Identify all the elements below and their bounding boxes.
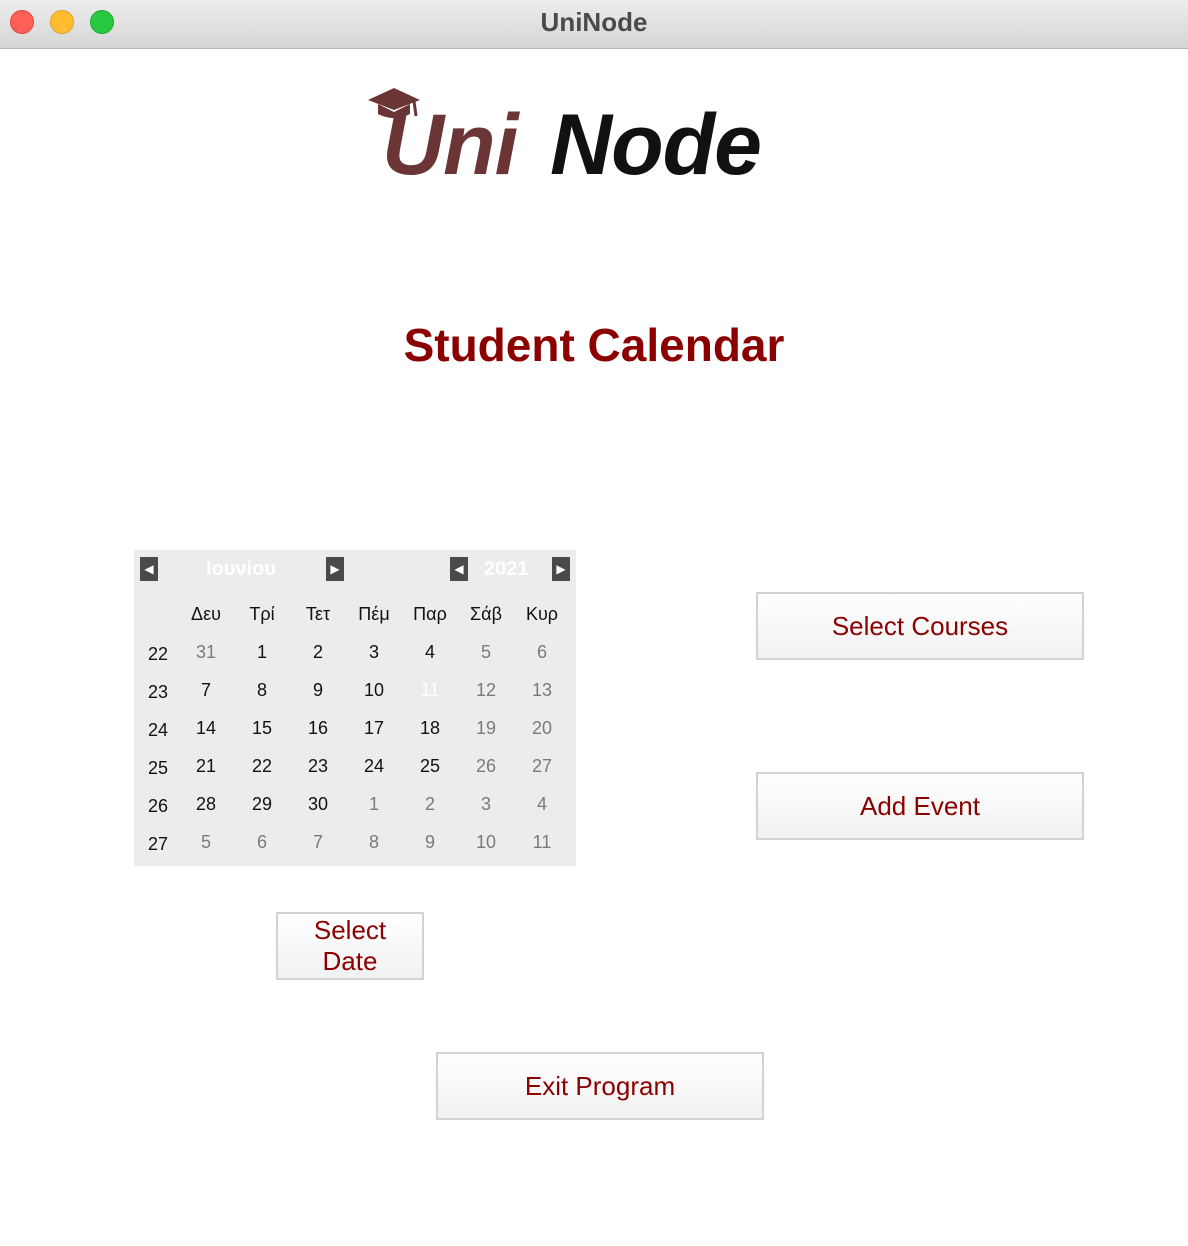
calendar-day[interactable]: 12: [458, 680, 514, 701]
calendar-day[interactable]: 23: [290, 756, 346, 777]
calendar-day[interactable]: 29: [234, 794, 290, 815]
weekday-header: Πέμ: [358, 604, 390, 624]
calendar-day[interactable]: 4: [402, 642, 458, 663]
prev-year-button[interactable]: ◀: [450, 557, 468, 581]
calendar-day[interactable]: 2: [290, 642, 346, 663]
calendar-day[interactable]: 17: [346, 718, 402, 739]
exit-program-button[interactable]: Exit Program: [436, 1052, 764, 1120]
calendar-day[interactable]: 5: [458, 642, 514, 663]
calendar-day[interactable]: 4: [514, 794, 570, 815]
calendar-day[interactable]: 13: [514, 680, 570, 701]
year-label[interactable]: 2021: [484, 558, 529, 581]
calendar-day[interactable]: 9: [290, 680, 346, 701]
calendar-day[interactable]: 27: [514, 756, 570, 777]
title-bar: UniNode: [0, 0, 1188, 49]
next-year-button[interactable]: ▶: [552, 557, 570, 581]
calendar-day[interactable]: 10: [458, 832, 514, 853]
week-number: 27: [147, 834, 169, 854]
logo-text-node: Node: [550, 97, 762, 193]
calendar-day[interactable]: 7: [178, 680, 234, 701]
calendar-day[interactable]: 2: [402, 794, 458, 815]
week-number: 25: [147, 758, 169, 778]
calendar-day[interactable]: 30: [290, 794, 346, 815]
calendar-day[interactable]: 3: [458, 794, 514, 815]
select-date-button[interactable]: Select Date: [276, 912, 424, 980]
calendar-day[interactable]: 3: [346, 642, 402, 663]
prev-month-button[interactable]: ◀: [140, 557, 158, 581]
calendar-day[interactable]: 14: [178, 718, 234, 739]
calendar-day[interactable]: 19: [458, 718, 514, 739]
calendar-day[interactable]: 7: [290, 832, 346, 853]
calendar-day[interactable]: 1: [234, 642, 290, 663]
logo-text-uni: Uni: [382, 97, 519, 193]
week-number: 24: [147, 720, 169, 740]
calendar-day[interactable]: 24: [346, 756, 402, 777]
calendar-day[interactable]: 9: [402, 832, 458, 853]
select-courses-button[interactable]: Select Courses: [756, 592, 1084, 660]
week-number: 22: [147, 644, 169, 664]
add-event-button[interactable]: Add Event: [756, 772, 1084, 840]
weekday-header: Δευ: [191, 604, 221, 624]
calendar-day[interactable]: 5: [178, 832, 234, 853]
calendar-day[interactable]: 8: [346, 832, 402, 853]
calendar-day[interactable]: 6: [234, 832, 290, 853]
calendar-day[interactable]: 25: [402, 756, 458, 777]
calendar-day[interactable]: 18: [402, 718, 458, 739]
calendar-day-selected[interactable]: 11: [402, 680, 458, 701]
calendar-day[interactable]: 15: [234, 718, 290, 739]
calendar-day[interactable]: 10: [346, 680, 402, 701]
page-title: Student Calendar: [403, 319, 785, 371]
week-number: 23: [147, 682, 169, 702]
weekday-header: Τετ: [305, 604, 331, 624]
weekday-header: Σάβ: [470, 604, 502, 624]
window-title: UniNode: [540, 7, 648, 37]
logo: Uni Node: [360, 82, 830, 202]
weekday-header: Τρί: [249, 604, 275, 624]
weekday-header: Παρ: [413, 604, 447, 624]
calendar-day[interactable]: 20: [514, 718, 570, 739]
weekday-header: Κυρ: [525, 604, 559, 624]
calendar-day[interactable]: 28: [178, 794, 234, 815]
month-label[interactable]: Ιουνίου: [206, 558, 276, 581]
calendar-day[interactable]: 21: [178, 756, 234, 777]
calendar-day[interactable]: 16: [290, 718, 346, 739]
calendar-day[interactable]: 31: [178, 642, 234, 663]
calendar-day[interactable]: 26: [458, 756, 514, 777]
next-month-button[interactable]: ▶: [326, 557, 344, 581]
calendar-day[interactable]: 22: [234, 756, 290, 777]
calendar-widget: ◀ Ιουνίου ▶ ◀ 2021 ▶ Δευ Τρί Τετ Πέμ Παρ Σάβ Κ…: [134, 550, 576, 866]
week-number: 26: [147, 796, 169, 816]
calendar-day[interactable]: 6: [514, 642, 570, 663]
calendar-day[interactable]: 11: [514, 832, 570, 853]
calendar-day[interactable]: 1: [346, 794, 402, 815]
calendar-day[interactable]: 8: [234, 680, 290, 701]
